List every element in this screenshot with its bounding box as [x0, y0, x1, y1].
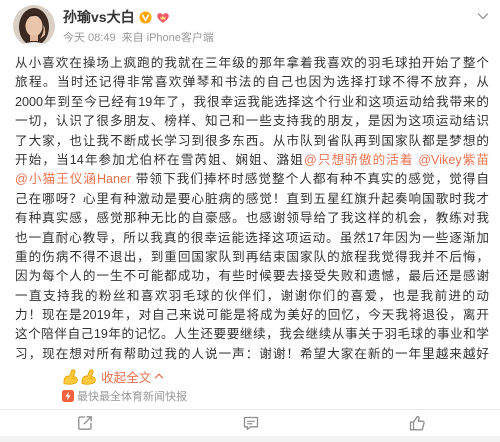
- user-mention-link[interactable]: @只想骄傲的活着: [304, 153, 414, 167]
- flexed-arm-icon: [62, 368, 79, 385]
- collapse-text-button[interactable]: 收起全文: [101, 367, 164, 386]
- post-text-line: 开始，当14年参加尤伯杯在雪芮姐、娴姐、潞姐@只想骄傲的活着 @Vikey紫苗: [15, 151, 489, 170]
- share-button[interactable]: [76, 414, 94, 432]
- bottom-spacer: [0, 436, 500, 442]
- post-source: 来自 iPhone客户端: [121, 32, 214, 44]
- post-text: 习，现在想对所有帮助过我的人说一声：谢谢！希望大家在新的一年里越来越好: [15, 346, 489, 361]
- post-text-line: 这个陪伴自己19年的记忆。人生还要要继续，我会继续从事关于羽毛球的事业和学: [15, 325, 489, 344]
- post-text-line: 有种真实感，感觉那种无比的自豪感。也感谢领导给了我这样的机会，教练对我: [15, 209, 489, 228]
- post-body: 从小喜欢在操场上疯跑的我就在三年级的那年拿着我喜欢的羽毛球拍开始了整个 旅程。当时…: [15, 54, 489, 364]
- post-text-line: 一切，认识了很多朋友、榜样、知己和一些支持我的朋友，是因为这项运动结识: [15, 112, 489, 131]
- post-text: 开始，当14年参加尤伯杯在雪芮姐、娴姐、潞姐: [15, 152, 304, 167]
- post-text: 有种真实感，感觉那种无比的自豪感。也感谢领导给了我这样的机会，教练对我: [15, 211, 489, 226]
- post-text-line: 也一直耐心教导，所以我真的很幸运能选择这项运动。虽然17年因为一些逐渐加: [15, 229, 489, 248]
- post-text: 一直支持我的粉丝和喜欢羽毛球的伙伴们，谢谢你们的喜爱，也是我前进的动: [15, 288, 489, 303]
- like-icon: [409, 415, 425, 431]
- post-meta: 今天 08:49 来自 iPhone客户端: [63, 29, 214, 45]
- post-text-line: @小猫王仪涵Haner 带领下我们捧杯时感觉整个人都有种不真实的感觉，觉得自: [15, 170, 489, 189]
- share-icon: [78, 416, 92, 430]
- post-text: 从小喜欢在操场上疯跑的我就在三年级的那年拿着我喜欢的羽毛球拍开始了整个: [15, 56, 489, 70]
- post-text: 重的伤病不得不退出，到重回国家队到再结束国家队的旅程我觉得我并不后悔，: [15, 249, 489, 264]
- post-text: 一切，认识了很多朋友、榜样、知己和一些支持我的朋友，是因为这项运动结识: [15, 114, 489, 129]
- post-text-line: 旅程。当时还记得非常喜欢弹琴和书法的自己也因为选择打球不得不放弃，从: [15, 73, 489, 92]
- post-text: 了大家，也让我不断成长学习到很多东西。从市队到省队再到国家队都是梦想的: [15, 133, 489, 148]
- like-button[interactable]: [408, 414, 426, 432]
- post-text: 2000年到至今已经有19年了，我很幸运我能选择这个行业和这项运动给我带来的: [15, 94, 489, 109]
- post-text: 力！现在是2019年，对自己来说可能是将成为美好的回忆，今天我将退役，离开: [15, 308, 489, 323]
- post-text: 这个陪伴自己19年的记忆。人生还要要继续，我会继续从事关于羽毛球的事业和学: [15, 327, 489, 342]
- post-text-line: 力！现在是2019年，对自己来说可能是将成为美好的回忆，今天我将退役，离开: [15, 306, 489, 325]
- chevron-down-icon[interactable]: [476, 9, 490, 23]
- post-text: 也一直耐心教导，所以我真的很幸运能选择这项运动。虽然17年因为一些逐渐加: [15, 230, 489, 245]
- post-time: 今天 08:49: [63, 32, 116, 44]
- post-text: 旅程。当时还记得非常喜欢弹琴和书法的自己也因为选择打球不得不放弃，从: [15, 75, 489, 90]
- comment-button[interactable]: [242, 414, 260, 432]
- post-footer-row: 收起全文: [62, 367, 164, 385]
- post-text-line: 了大家，也让我不断成长学习到很多东西。从市队到省队再到国家队都是梦想的: [15, 132, 489, 151]
- post-text-line: 因为每个人的一生不可能都成功，有些时候要去接受失败和遗憾，最后还是感谢: [15, 267, 489, 286]
- post-tag[interactable]: 最快最全体育新闻快报: [62, 388, 187, 403]
- tag-label: 最快最全体育新闻快报: [77, 390, 187, 403]
- comment-icon: [243, 416, 259, 431]
- post-text-line: 一直支持我的粉丝和喜欢羽毛球的伙伴们，谢谢你们的喜爱，也是我前进的动: [15, 287, 489, 306]
- avatar[interactable]: [13, 5, 55, 47]
- post-text-line: 2000年到至今已经有19年了，我很幸运我能选择这个行业和这项运动给我带来的: [15, 93, 489, 112]
- flexed-arm-icon: [80, 368, 97, 385]
- verified-badge-icon: [139, 11, 152, 24]
- post-text-line: 习，现在想对所有帮助过我的人说一声：谢谢！希望大家在新的一年里越来越好: [15, 345, 489, 364]
- author-row: 孙瑜vs大白: [63, 8, 170, 26]
- divider: [0, 409, 500, 410]
- post-text: 带领下我们捧杯时感觉整个人都有种不真实的感觉，觉得自: [131, 172, 489, 187]
- member-icon[interactable]: [156, 11, 170, 24]
- post-text: 因为每个人的一生不可能都成功，有些时候要去接受失败和遗憾，最后还是感谢: [15, 269, 489, 284]
- chevron-up-icon: [155, 373, 164, 379]
- user-mention-link[interactable]: @小猫王仪涵Haner: [15, 172, 131, 186]
- post-text-line: 从小喜欢在操场上疯跑的我就在三年级的那年拿着我喜欢的羽毛球拍开始了整个: [15, 54, 489, 73]
- user-mention-link[interactable]: @Vikey紫苗: [418, 153, 489, 167]
- post-text: 己在哪呀？心里有种激动是要心脏病的感觉！直到五星红旗升起奏响国歌时我才: [15, 191, 489, 206]
- post-text-line: 重的伤病不得不退出，到重回国家队到再结束国家队的旅程我觉得我并不后悔，: [15, 248, 489, 267]
- author-name[interactable]: 孙瑜vs大白: [63, 7, 135, 27]
- collapse-label: 收起全文: [101, 370, 152, 385]
- lightning-icon: [62, 389, 74, 402]
- post-text-line: 己在哪呀？心里有种激动是要心脏病的感觉！直到五星红旗升起奏响国歌时我才: [15, 190, 489, 209]
